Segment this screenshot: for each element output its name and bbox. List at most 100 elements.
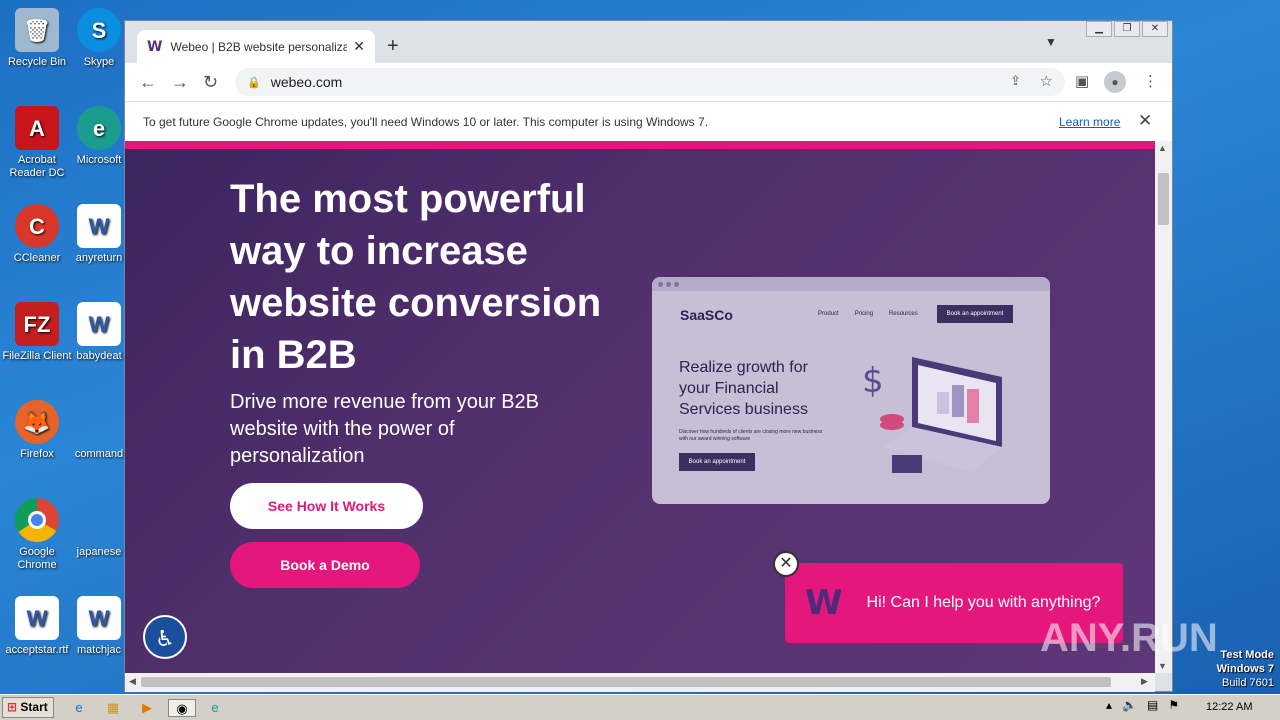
file-icon	[77, 498, 121, 542]
tray-expand-icon[interactable]: ▴	[1106, 698, 1112, 712]
chrome-taskbar-icon[interactable]: ◉	[168, 699, 196, 717]
url-text: webeo.com	[270, 74, 343, 90]
learn-more-link[interactable]: Learn more	[1059, 115, 1120, 129]
bookmark-star-icon[interactable]: ☆	[1040, 72, 1053, 90]
update-infobar: To get future Google Chrome updates, you…	[125, 101, 1172, 141]
menu-kebab-icon[interactable]: ⋮	[1143, 72, 1158, 90]
filezilla-icon: FZ	[15, 302, 59, 346]
scroll-thumb[interactable]	[1158, 173, 1169, 225]
new-tab-button[interactable]: +	[387, 35, 399, 58]
acrobat-icon: A	[15, 106, 59, 150]
desktop-icon-filezilla[interactable]: FZ FileZilla Client	[0, 302, 74, 363]
recycle-bin-icon: 🗑	[15, 8, 59, 52]
desktop-icon-firefox[interactable]: 🦊 Firefox	[0, 400, 74, 461]
address-bar[interactable]: 🔒 webeo.com ⇪ ☆	[235, 68, 1065, 96]
close-window-button[interactable]: ✕	[1142, 21, 1168, 37]
back-arrow-icon[interactable]: ←	[139, 72, 157, 93]
mockup-nav-item: Product	[818, 311, 839, 317]
desktop-icon-acrobat[interactable]: A Acrobat Reader DC	[0, 106, 74, 180]
edge-taskbar-icon[interactable]: e	[206, 699, 224, 717]
infobar-close-icon[interactable]: ✕	[1138, 111, 1152, 131]
mockup-nav-button: Book an appointment	[937, 305, 1013, 323]
forward-arrow-icon[interactable]: →	[171, 72, 189, 93]
desktop-icon-matchjac[interactable]: W matchjac	[74, 596, 124, 657]
lock-icon[interactable]: 🔒	[247, 76, 261, 89]
share-icon[interactable]: ⇪	[1010, 73, 1021, 89]
volume-icon[interactable]: 🔈	[1122, 698, 1137, 712]
window-controls: ▁ ❐ ✕	[1086, 21, 1168, 37]
mockup-nav: Product Pricing Resources	[818, 311, 918, 317]
desktop-icon-babydeat[interactable]: W babydeat	[74, 302, 124, 363]
hscroll-thumb[interactable]	[141, 677, 1111, 687]
vertical-scrollbar[interactable]: ▲ ▼	[1155, 141, 1172, 673]
laptop-illustration-icon: $	[862, 357, 1002, 473]
svg-text:$: $	[862, 361, 884, 401]
scroll-up-icon[interactable]: ▲	[1158, 143, 1167, 153]
tab-webeo[interactable]: W Webeo | B2B website personalization ✕	[137, 30, 375, 63]
test-mode-label: Test Mode Windows 7 Build 7601	[1217, 648, 1274, 690]
profile-avatar-icon[interactable]: ●	[1104, 71, 1126, 93]
hero-subtitle: Drive more revenue from your B2B website…	[230, 391, 540, 467]
scroll-left-icon[interactable]: ◀	[129, 676, 136, 687]
test-mode-line: Windows 7	[1216, 663, 1274, 675]
chat-close-icon[interactable]: ✕	[773, 551, 799, 577]
scroll-down-icon[interactable]: ▼	[1158, 661, 1167, 671]
mockup-cta-button: Book an appointment	[679, 453, 755, 471]
explorer-folder-icon[interactable]: ▦	[104, 699, 122, 717]
reload-icon[interactable]: ↻	[203, 72, 218, 93]
chrome-icon	[15, 498, 59, 542]
tab-close-icon[interactable]: ✕	[353, 38, 365, 55]
side-panel-icon[interactable]: ▣	[1075, 72, 1089, 90]
system-tray: ▴ 🔈 ▤ ⚑	[1106, 698, 1179, 712]
mockup-brand: SaaSCo	[680, 307, 733, 323]
browser-window: W Webeo | B2B website personalization ✕ …	[124, 20, 1173, 692]
action-center-flag-icon[interactable]: ⚑	[1168, 698, 1179, 712]
desktop-icon-acceptstar[interactable]: W acceptstar.rtf	[0, 596, 74, 657]
see-how-it-works-button[interactable]: See How It Works	[230, 483, 423, 529]
file-icon	[77, 400, 121, 444]
anyrun-watermark: ANY.RUN	[1040, 616, 1218, 660]
top-accent-bar	[125, 141, 1155, 149]
skype-icon: S	[77, 8, 121, 52]
network-icon[interactable]: ▤	[1147, 698, 1158, 712]
mockup-heading: Realize growth for your Financial Servic…	[679, 359, 808, 418]
mockup-window-bar	[652, 277, 1050, 291]
edge-icon: e	[77, 106, 121, 150]
ie-icon[interactable]: e	[70, 699, 88, 717]
tab-title: Webeo | B2B website personalization	[170, 39, 348, 54]
horizontal-scrollbar[interactable]: ◀ ▶	[125, 673, 1155, 692]
tab-search-chevron-icon[interactable]: ▼	[1045, 35, 1057, 49]
desktop-icon-command[interactable]: command	[74, 400, 124, 461]
webpage-content: The most powerful way to increase websit…	[125, 141, 1155, 673]
webeo-favicon-icon: W	[147, 38, 163, 55]
desktop-icon-edge[interactable]: e Microsoft	[74, 106, 124, 167]
desktop-icon-skype[interactable]: S Skype	[74, 8, 124, 69]
clock[interactable]: 12:22 AM	[1206, 701, 1252, 713]
start-button[interactable]: ⊞ Start	[2, 697, 54, 718]
chat-message: Hi! Can I help you with anything?	[866, 594, 1101, 611]
desktop-icon-chrome[interactable]: Google Chrome	[0, 498, 74, 572]
mockup-nav-item: Pricing	[854, 311, 874, 317]
desktop-icon-anyreturn[interactable]: W anyreturn	[74, 204, 124, 265]
book-a-demo-button[interactable]: Book a Demo	[230, 542, 420, 588]
taskbar: ⊞ Start e ▦ ▶ ◉ e ▴ 🔈 ▤ ⚑ 12:22 AM	[0, 694, 1280, 720]
webeo-logo-icon: W	[805, 583, 843, 623]
product-mockup-image: SaaSCo Product Pricing Resources Book an…	[652, 277, 1050, 504]
mockup-nav-item: Resources	[889, 311, 918, 317]
word-doc-icon: W	[15, 596, 59, 640]
minimize-button[interactable]: ▁	[1086, 21, 1112, 37]
infobar-message: To get future Google Chrome updates, you…	[143, 114, 709, 129]
word-doc-icon: W	[77, 302, 121, 346]
windows-logo-icon: ⊞	[7, 700, 18, 714]
restore-button[interactable]: ❐	[1114, 21, 1140, 37]
desktop-icon-ccleaner[interactable]: C CCleaner	[0, 204, 74, 265]
word-doc-icon: W	[77, 204, 121, 248]
browser-toolbar: ← → ↻ 🔒 webeo.com ⇪ ☆ ▣ ● ⋮	[125, 63, 1172, 101]
test-mode-line: Build 7601	[1222, 677, 1274, 689]
media-player-icon[interactable]: ▶	[138, 699, 156, 717]
accessibility-icon[interactable]: ♿	[143, 615, 187, 659]
tab-bar: W Webeo | B2B website personalization ✕ …	[125, 21, 1172, 63]
desktop-icon-recycle-bin[interactable]: 🗑 Recycle Bin	[0, 8, 74, 69]
desktop-icon-japanese[interactable]: japanese	[74, 498, 124, 559]
scroll-right-icon[interactable]: ▶	[1141, 676, 1148, 687]
